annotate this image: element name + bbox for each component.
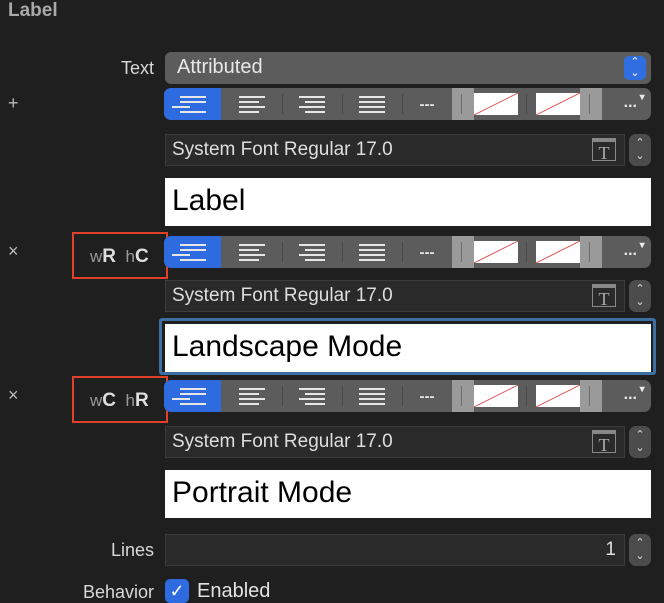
align-center-icon	[238, 95, 265, 113]
color-well-handle[interactable]	[452, 380, 474, 412]
alignment-toolbar: --- ... ▾	[164, 88, 651, 120]
color-well-handle[interactable]	[580, 236, 602, 268]
lines-stepper[interactable]: ⌃ ⌄	[629, 534, 651, 566]
font-size-stepper[interactable]: ⌃ ⌄	[629, 134, 651, 166]
font-picker-icon[interactable]: T	[592, 430, 616, 455]
section-title: Label	[8, 0, 58, 21]
font-field[interactable]: System Font Regular 17.0 T	[165, 280, 625, 312]
background-color-well[interactable]	[536, 241, 580, 263]
align-center-button[interactable]	[221, 380, 282, 412]
alignment-toolbar: --- ... ▾	[164, 236, 651, 268]
align-natural-button[interactable]: ---	[402, 236, 452, 268]
dropdown-arrow-icon: ▾	[639, 384, 645, 395]
align-left-button[interactable]	[164, 236, 221, 268]
align-center-button[interactable]	[221, 236, 282, 268]
align-right-button[interactable]	[282, 380, 342, 412]
align-right-icon	[299, 387, 325, 405]
more-options-button[interactable]: ... ▾	[624, 240, 645, 260]
align-center-button[interactable]	[221, 88, 282, 120]
remove-variation-icon[interactable]: ×	[8, 385, 19, 406]
text-content-field[interactable]: Label	[165, 178, 651, 226]
align-center-icon	[238, 387, 265, 405]
align-natural-button[interactable]: ---	[402, 88, 452, 120]
align-justify-icon	[359, 95, 385, 113]
remove-variation-icon[interactable]: ×	[8, 241, 19, 262]
text-type-value: Attributed	[177, 56, 263, 78]
align-left-icon	[171, 243, 206, 261]
align-left-button[interactable]	[164, 380, 221, 412]
behavior-label: Behavior	[82, 582, 154, 602]
lines-field[interactable]: 1	[165, 534, 625, 566]
add-variation-icon[interactable]: +	[8, 93, 19, 114]
text-color-well[interactable]	[474, 385, 518, 407]
text-content-field[interactable]: Landscape Mode	[165, 324, 651, 372]
size-class-traits: wR hC	[90, 246, 149, 267]
color-well-handle[interactable]	[580, 88, 602, 120]
align-left-button[interactable]	[164, 88, 221, 120]
dropdown-arrow-icon: ▾	[639, 92, 645, 103]
color-well-handle[interactable]	[580, 380, 602, 412]
more-options-button[interactable]: ... ▾	[624, 384, 645, 404]
enabled-checkbox[interactable]: ✓	[165, 579, 189, 603]
font-field[interactable]: System Font Regular 17.0 T	[165, 134, 625, 166]
align-justify-button[interactable]	[342, 380, 402, 412]
align-justify-button[interactable]	[342, 88, 402, 120]
align-natural-button[interactable]: ---	[402, 380, 452, 412]
align-justify-icon	[359, 243, 385, 261]
font-field[interactable]: System Font Regular 17.0 T	[165, 426, 625, 458]
align-left-icon	[171, 387, 206, 405]
text-type-popup[interactable]: Attributed ⌃ ⌄	[165, 52, 651, 84]
text-label: Text	[120, 58, 154, 78]
text-content-field[interactable]: Portrait Mode	[165, 470, 651, 518]
align-right-icon	[299, 95, 325, 113]
color-well-handle[interactable]	[452, 88, 474, 120]
more-options-button[interactable]: ... ▾	[624, 92, 645, 112]
enabled-label: Enabled	[197, 580, 271, 602]
align-left-icon	[171, 95, 206, 113]
size-class-traits: wC hR	[90, 390, 149, 411]
text-color-well[interactable]	[474, 241, 518, 263]
alignment-toolbar: --- ... ▾	[164, 380, 651, 412]
align-right-button[interactable]	[282, 88, 342, 120]
background-color-well[interactable]	[536, 385, 580, 407]
align-center-icon	[238, 243, 265, 261]
background-color-well[interactable]	[536, 93, 580, 115]
font-picker-icon[interactable]: T	[592, 284, 616, 309]
align-right-icon	[299, 243, 325, 261]
font-size-stepper[interactable]: ⌃ ⌄	[629, 280, 651, 312]
lines-label: Lines	[110, 540, 154, 560]
color-well-handle[interactable]	[452, 236, 474, 268]
align-justify-icon	[359, 387, 385, 405]
font-size-stepper[interactable]: ⌃ ⌄	[629, 426, 651, 458]
text-color-well[interactable]	[474, 93, 518, 115]
align-justify-button[interactable]	[342, 236, 402, 268]
align-right-button[interactable]	[282, 236, 342, 268]
popup-arrows-icon: ⌃ ⌄	[624, 56, 646, 80]
font-picker-icon[interactable]: T	[592, 138, 616, 163]
dropdown-arrow-icon: ▾	[639, 240, 645, 251]
